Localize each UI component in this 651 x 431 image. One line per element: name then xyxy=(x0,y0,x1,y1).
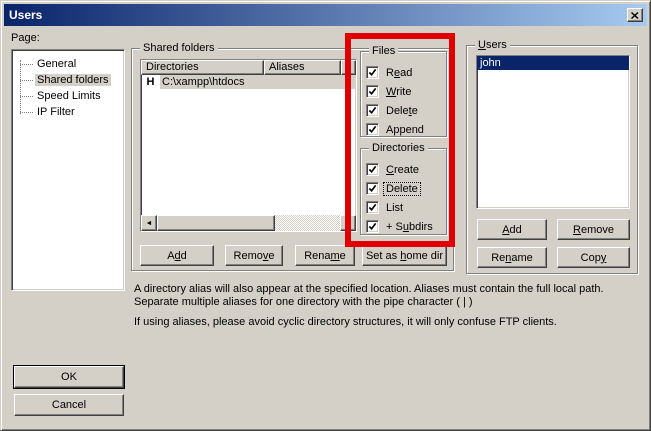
add-directory-button[interactable]: Add xyxy=(140,245,214,266)
page-item-shared-folders[interactable]: Shared folders xyxy=(12,72,124,88)
subdirs-checkbox-label: + Subdirs xyxy=(384,221,435,233)
scroll-left-button[interactable]: ◄ xyxy=(141,215,157,231)
column-header-directories[interactable]: Directories xyxy=(141,60,264,75)
users-group: Users john Add Remove Rename Copy xyxy=(466,45,638,274)
create-checkbox-label: Create xyxy=(384,164,421,176)
delete-dirs-checkbox-label: Delete xyxy=(384,183,420,195)
scrollbar-track[interactable] xyxy=(275,215,340,231)
rename-user-button[interactable]: Rename xyxy=(477,247,547,268)
check-icon xyxy=(368,184,377,193)
directory-path: C:\xampp\htdocs xyxy=(160,75,356,89)
titlebar[interactable]: Users xyxy=(4,4,647,26)
list-checkbox[interactable] xyxy=(366,201,379,214)
add-user-button[interactable]: Add xyxy=(477,219,547,240)
shared-folders-group: Shared folders Directories Aliases H C:\… xyxy=(131,48,454,271)
check-icon xyxy=(368,106,377,115)
check-icon xyxy=(368,125,377,134)
page-item-general[interactable]: General xyxy=(12,56,124,72)
write-checkbox-label: Write xyxy=(384,86,413,98)
close-icon xyxy=(631,12,639,19)
delete-files-checkbox-label: Delete xyxy=(384,105,420,117)
list-checkbox-label: List xyxy=(384,202,405,214)
read-checkbox-label: Read xyxy=(384,67,414,79)
table-header-row: Directories Aliases xyxy=(141,60,356,75)
users-group-label: Users xyxy=(475,39,510,52)
users-list: john xyxy=(476,55,630,209)
scrollbar-thumb[interactable] xyxy=(157,215,275,231)
checkbox-row-delete-dirs[interactable]: Delete xyxy=(366,179,446,198)
files-group-label: Files xyxy=(369,45,398,58)
help-paragraph-aliases: A directory alias will also appear at th… xyxy=(134,283,646,309)
checkbox-row-create[interactable]: Create xyxy=(366,160,446,179)
append-checkbox-label: Append xyxy=(384,124,426,136)
horizontal-scrollbar[interactable]: ◄ ► xyxy=(141,215,356,231)
delete-files-checkbox[interactable] xyxy=(366,104,379,117)
copy-user-button[interactable]: Copy xyxy=(557,247,630,268)
check-icon xyxy=(368,203,377,212)
set-as-home-dir-button[interactable]: Set as home dir xyxy=(362,245,447,266)
page-label: Page: xyxy=(11,32,40,44)
checkbox-row-write[interactable]: Write xyxy=(366,82,446,101)
page-list: General Shared folders Speed Limits IP F… xyxy=(11,49,125,291)
subdirs-checkbox[interactable] xyxy=(366,220,379,233)
checkbox-row-list[interactable]: List xyxy=(366,198,446,217)
read-checkbox[interactable] xyxy=(366,66,379,79)
shared-folders-group-label: Shared folders xyxy=(140,42,218,55)
ok-button[interactable]: OK xyxy=(14,366,124,388)
arrow-left-icon: ◄ xyxy=(146,220,153,227)
check-icon xyxy=(368,68,377,77)
check-icon xyxy=(368,165,377,174)
append-checkbox[interactable] xyxy=(366,123,379,136)
users-dialog: Users Page: General Shared folders Speed… xyxy=(0,0,651,431)
page-item-speed-limits[interactable]: Speed Limits xyxy=(12,88,124,104)
check-icon xyxy=(368,87,377,96)
cancel-button[interactable]: Cancel xyxy=(14,394,124,416)
column-header-filler xyxy=(341,60,356,75)
create-checkbox[interactable] xyxy=(366,163,379,176)
user-item-john[interactable]: john xyxy=(477,56,629,70)
checkbox-row-append[interactable]: Append xyxy=(366,120,446,139)
arrow-right-icon: ► xyxy=(345,220,352,227)
checkbox-row-subdirs[interactable]: + Subdirs xyxy=(366,217,446,236)
column-header-aliases[interactable]: Aliases xyxy=(264,60,341,75)
table-empty-area xyxy=(141,89,356,215)
window-title: Users xyxy=(9,8,42,22)
check-icon xyxy=(368,222,377,231)
checkbox-row-read[interactable]: Read xyxy=(366,63,446,82)
remove-user-button[interactable]: Remove xyxy=(557,219,630,240)
checkbox-row-delete-files[interactable]: Delete xyxy=(366,101,446,120)
table-row[interactable]: H C:\xampp\htdocs xyxy=(141,75,356,89)
directory-permissions-group: Directories Create Delete List + Subdirs xyxy=(360,148,447,235)
delete-dirs-checkbox[interactable] xyxy=(366,182,379,195)
rename-directory-button[interactable]: Rename xyxy=(295,245,355,266)
directories-table: Directories Aliases H C:\xampp\htdocs ◄ … xyxy=(140,59,357,232)
page-item-ip-filter[interactable]: IP Filter xyxy=(12,104,124,120)
scroll-right-button[interactable]: ► xyxy=(340,215,356,231)
help-paragraph-cyclic: If using aliases, please avoid cyclic di… xyxy=(134,316,646,329)
help-text: A directory alias will also appear at th… xyxy=(134,283,646,329)
files-permissions-group: Files Read Write Delete Append xyxy=(360,51,447,137)
close-button[interactable] xyxy=(627,8,643,22)
write-checkbox[interactable] xyxy=(366,85,379,98)
remove-directory-button[interactable]: Remove xyxy=(225,245,283,266)
home-flag: H xyxy=(141,75,160,89)
directories-group-label: Directories xyxy=(369,142,428,155)
